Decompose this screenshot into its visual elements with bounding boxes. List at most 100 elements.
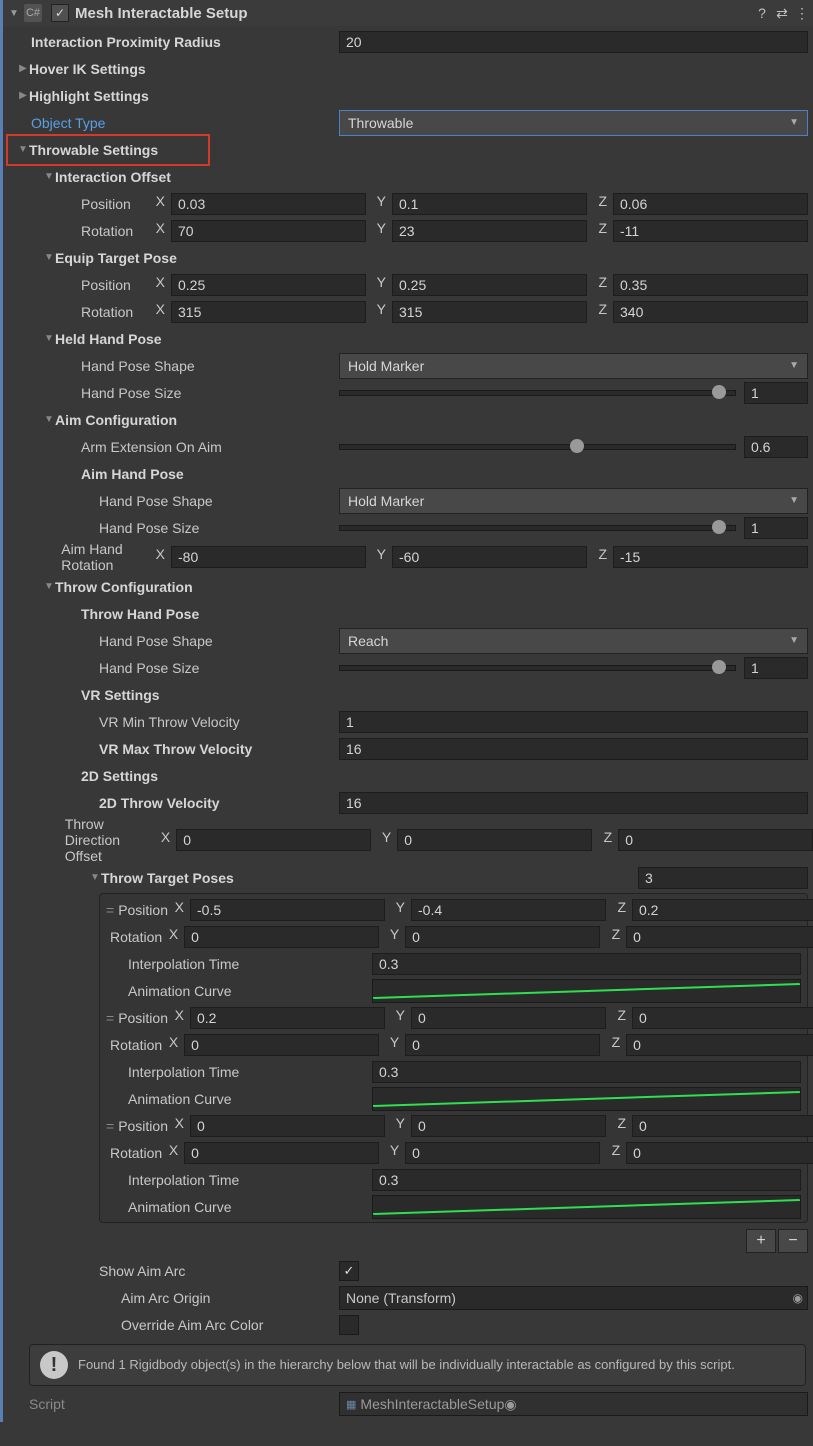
highlight-foldout[interactable]: ▶ Highlight Settings	[3, 82, 813, 109]
drag-handle-icon[interactable]: =	[106, 1010, 114, 1026]
t0-pos-y[interactable]	[411, 899, 606, 921]
throw-hand-pose-header: Throw Hand Pose	[81, 606, 199, 622]
diroff-y[interactable]	[397, 829, 592, 851]
aim-shape-dropdown[interactable]: Hold Marker▼	[339, 488, 808, 514]
aim-size-input[interactable]	[744, 517, 808, 539]
t1-rot-x[interactable]	[184, 1034, 379, 1056]
t1-rot-z[interactable]	[626, 1034, 813, 1056]
vr-settings-header: VR Settings	[81, 687, 160, 703]
t0-pos-z[interactable]	[632, 899, 813, 921]
override-color-checkbox[interactable]	[339, 1315, 359, 1335]
io-pos-y[interactable]	[392, 193, 587, 215]
script-label: Script	[29, 1396, 339, 1412]
throw-config-foldout[interactable]: ▼ Throw Configuration	[3, 573, 813, 600]
menu-icon[interactable]: ⋮	[792, 5, 812, 22]
aim-rot-x[interactable]	[171, 546, 366, 568]
t0-interp[interactable]	[372, 953, 801, 975]
throw-size-slider[interactable]	[339, 665, 736, 671]
info-icon: !	[40, 1351, 68, 1379]
t2-rot-y[interactable]	[405, 1142, 600, 1164]
help-icon[interactable]: ?	[752, 5, 772, 21]
aim-size-slider[interactable]	[339, 525, 736, 531]
target-item: = Position X Y Z	[100, 1004, 807, 1031]
io-pos-z[interactable]	[613, 193, 808, 215]
script-icon: ▦	[346, 1398, 356, 1411]
diroff-z[interactable]	[618, 829, 813, 851]
aim-rot-y[interactable]	[392, 546, 587, 568]
t0-rot-z[interactable]	[626, 926, 813, 948]
t1-pos-y[interactable]	[411, 1007, 606, 1029]
t1-rot-y[interactable]	[405, 1034, 600, 1056]
t2-pos-z[interactable]	[632, 1115, 813, 1137]
object-type-dropdown[interactable]: Throwable▼	[339, 110, 808, 136]
t2-rot-z[interactable]	[626, 1142, 813, 1164]
et-rot-z[interactable]	[613, 301, 808, 323]
equip-target-foldout[interactable]: ▼ Equip Target Pose	[3, 244, 813, 271]
proximity-input[interactable]	[339, 31, 808, 53]
io-rot-y[interactable]	[392, 220, 587, 242]
t2-curve[interactable]	[372, 1195, 801, 1219]
t1-pos-z[interactable]	[632, 1007, 813, 1029]
array-remove-button[interactable]: −	[778, 1229, 808, 1253]
script-icon: C#	[24, 4, 42, 22]
target-item: = Position X Y Z	[100, 1112, 807, 1139]
chevron-down-icon: ▼	[43, 252, 55, 263]
hover-ik-foldout[interactable]: ▶ Hover IK Settings	[3, 55, 813, 82]
chevron-down-icon: ▼	[789, 117, 799, 128]
chevron-down-icon: ▼	[43, 581, 55, 592]
et-pos-y[interactable]	[392, 274, 587, 296]
et-rot-y[interactable]	[392, 301, 587, 323]
target-item: = Position X Y Z	[100, 896, 807, 923]
vr-min-input[interactable]	[339, 711, 808, 733]
t1-interp[interactable]	[372, 1061, 801, 1083]
aim-config-foldout[interactable]: ▼ Aim Configuration	[3, 406, 813, 433]
et-pos-z[interactable]	[613, 274, 808, 296]
t0-pos-x[interactable]	[190, 899, 385, 921]
target-picker-icon[interactable]: ◉	[793, 1291, 803, 1305]
vr-max-input[interactable]	[339, 738, 808, 760]
component-header[interactable]: ▼ C# ✓ Mesh Interactable Setup ? ⇄ ⋮	[3, 0, 813, 26]
chevron-right-icon: ▶	[17, 63, 29, 74]
throw-size-input[interactable]	[744, 657, 808, 679]
held-size-input[interactable]	[744, 382, 808, 404]
t2-pos-x[interactable]	[190, 1115, 385, 1137]
preset-icon[interactable]: ⇄	[772, 5, 792, 22]
t0-curve[interactable]	[372, 979, 801, 1003]
foldout-icon[interactable]: ▼	[7, 8, 21, 19]
io-rot-x[interactable]	[171, 220, 366, 242]
io-rot-z[interactable]	[613, 220, 808, 242]
enabled-checkbox[interactable]: ✓	[51, 4, 69, 22]
io-pos-x[interactable]	[171, 193, 366, 215]
interaction-offset-foldout[interactable]: ▼ Interaction Offset	[3, 163, 813, 190]
t0-rot-x[interactable]	[184, 926, 379, 948]
chevron-down-icon: ▼	[789, 360, 799, 371]
show-aim-arc-checkbox[interactable]: ✓	[339, 1261, 359, 1281]
held-hand-foldout[interactable]: ▼ Held Hand Pose	[3, 325, 813, 352]
throw-shape-dropdown[interactable]: Reach▼	[339, 628, 808, 654]
t2-interp[interactable]	[372, 1169, 801, 1191]
io-rotation-label: Rotation	[81, 223, 133, 239]
arm-ext-slider[interactable]	[339, 444, 736, 450]
t1-pos-x[interactable]	[190, 1007, 385, 1029]
targets-count-input[interactable]	[638, 867, 808, 889]
aim-rot-z[interactable]	[613, 546, 808, 568]
arm-ext-input[interactable]	[744, 436, 808, 458]
diroff-x[interactable]	[176, 829, 371, 851]
held-shape-dropdown[interactable]: Hold Marker▼	[339, 353, 808, 379]
et-rot-x[interactable]	[171, 301, 366, 323]
t2-pos-y[interactable]	[411, 1115, 606, 1137]
throwable-settings-foldout[interactable]: ▼ Throwable Settings	[3, 136, 813, 163]
held-size-slider[interactable]	[339, 390, 736, 396]
throw-targets-foldout[interactable]: ▼ Throw Target Poses	[3, 864, 813, 891]
chevron-down-icon: ▼	[89, 872, 101, 883]
2d-vel-input[interactable]	[339, 792, 808, 814]
drag-handle-icon[interactable]: =	[106, 902, 114, 918]
t2-rot-x[interactable]	[184, 1142, 379, 1164]
component-title: Mesh Interactable Setup	[75, 5, 752, 22]
t0-rot-y[interactable]	[405, 926, 600, 948]
array-add-button[interactable]: +	[746, 1229, 776, 1253]
et-pos-x[interactable]	[171, 274, 366, 296]
t1-curve[interactable]	[372, 1087, 801, 1111]
drag-handle-icon[interactable]: =	[106, 1118, 114, 1134]
aim-arc-origin-field[interactable]: None (Transform)◉	[339, 1286, 808, 1310]
